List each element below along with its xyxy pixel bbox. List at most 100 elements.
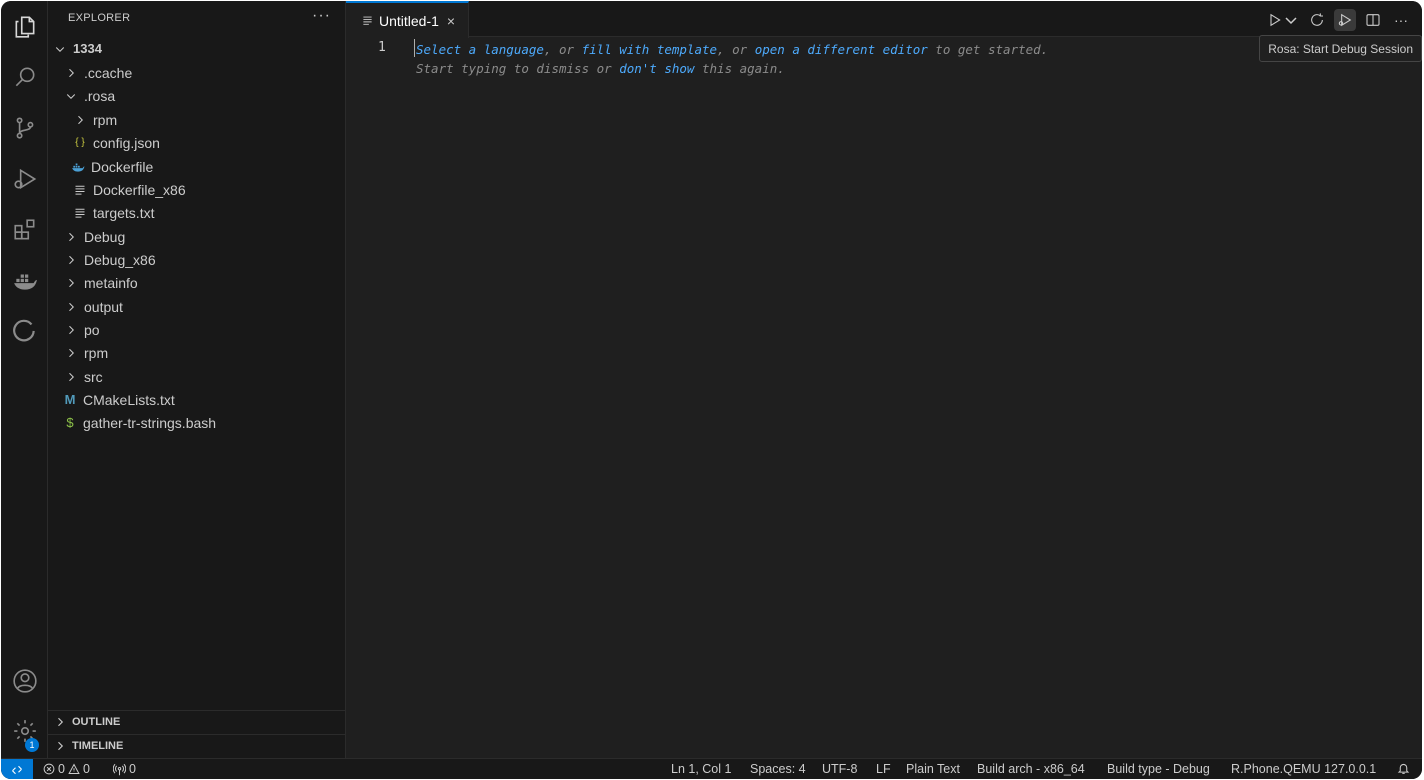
tree-item-src[interactable]: src [48,365,346,388]
tree-item-config-json[interactable]: { } config.json [48,131,346,154]
warning-icon [68,763,80,774]
cursor-position[interactable]: Ln 1, Col 1 [671,762,731,776]
tooltip: Rosa: Start Debug Session [1259,35,1422,62]
remote-button[interactable] [1,759,33,779]
docker-icon[interactable] [1,257,48,305]
tree-item-dockerfile[interactable]: Dockerfile [48,155,346,178]
tree-item-ccache[interactable]: .ccache [48,61,346,84]
tree-item-label: Debug [84,228,126,245]
chevron-right-icon [64,370,78,384]
chevron-right-icon [64,346,78,360]
chevron-down-icon [64,89,78,103]
run-debug-icon[interactable] [1,155,48,203]
tree-item-dockerfile-x86[interactable]: Dockerfile_x86 [48,178,346,201]
editor-more-button[interactable]: ··· [1390,9,1412,31]
editor-tabs: Untitled-1 × ··· [346,1,1422,38]
extensions-icon[interactable] [1,206,48,254]
text-cursor [414,39,415,57]
chevron-right-icon [64,276,78,290]
tree-item-label: Dockerfile [91,158,154,175]
explorer-icon[interactable] [1,3,48,51]
bell-icon [1397,763,1410,774]
tree-item-rpm-nested[interactable]: rpm [48,108,346,131]
chevron-right-icon [64,66,78,80]
tree-item-output[interactable]: output [48,295,346,318]
open-different-editor-link[interactable]: open a different editor [755,42,928,57]
outline-section[interactable]: OUTLINE [48,710,346,733]
tree-item-po[interactable]: po [48,318,346,341]
fill-template-link[interactable]: fill with template [582,42,717,57]
build-arch-status[interactable]: Build arch - x86_64 [977,762,1085,776]
vscode-window: 1 EXPLORER ··· 1334 .ccache .rosa rpm {… [1,1,1422,779]
text-file-icon [73,184,87,196]
tree-item-gather-tr-strings[interactable]: $ gather-tr-strings.bash [48,411,346,434]
tree-item-debug[interactable]: Debug [48,225,346,248]
notifications-button[interactable] [1397,762,1410,775]
tree-item-label: .rosa [84,87,116,104]
chevron-right-icon [54,740,66,752]
timeline-label: TIMELINE [72,740,124,752]
chevron-right-icon [64,230,78,244]
tree-item-metainfo[interactable]: metainfo [48,271,346,294]
indentation-status[interactable]: Spaces: 4 [750,762,806,776]
source-control-icon[interactable] [1,104,48,152]
tab-untitled-1[interactable]: Untitled-1 × [346,1,469,38]
tree-item-label: output [84,298,123,315]
hint-text: , or [717,42,755,57]
ports-status[interactable]: 0 [113,762,136,776]
device-status[interactable]: R.Phone.QEMU 127.0.0.1 [1231,762,1376,776]
activity-bar: 1 [1,1,48,758]
bash-file-icon: $ [66,415,74,430]
error-count: 0 [58,762,65,776]
timeline-section[interactable]: TIMELINE [48,734,346,757]
line-number: 1 [378,40,386,55]
tree-item-label: metainfo [84,274,138,291]
tree-item-label: rpm [93,111,118,128]
cmake-file-icon: M [64,392,76,407]
problems-status[interactable]: 0 0 [43,762,90,776]
tree-item-debug-x86[interactable]: Debug_x86 [48,248,346,271]
chevron-down-icon [53,42,67,56]
run-dropdown-button[interactable] [1266,9,1300,31]
refresh-debug-button[interactable] [1306,9,1328,31]
dont-show-link[interactable]: don't show [619,61,694,76]
editor-actions: ··· [1266,9,1412,31]
tree-item-cmakelists[interactable]: M CMakeLists.txt [48,388,346,411]
tree-item-rosa[interactable]: .rosa [48,84,346,107]
text-file-icon [362,15,373,26]
rosa-icon[interactable] [1,308,48,356]
editor-hint[interactable]: Select a language, or fill with template… [416,40,1048,78]
tab-label: Untitled-1 [379,12,439,29]
eol-status[interactable]: LF [876,762,891,776]
tab-close-button[interactable]: × [447,13,455,29]
explorer-more-button[interactable]: ··· [312,7,331,25]
language-mode[interactable]: Plain Text [906,762,960,776]
explorer-title: EXPLORER [68,12,131,24]
tree-root[interactable]: 1334 [48,37,346,60]
settings-gear-icon[interactable]: 1 [1,707,48,755]
tree-item-rpm[interactable]: rpm [48,341,346,364]
rosa-start-debug-button[interactable] [1334,9,1356,31]
line-gutter: 1 [346,38,406,68]
tree-item-targets-txt[interactable]: targets.txt [48,201,346,224]
hint-text: to get started. [927,42,1049,57]
account-icon[interactable] [1,657,48,705]
tree-item-label: po [84,321,100,338]
tree-item-label: Debug_x86 [84,251,156,268]
ports-count: 0 [129,762,136,776]
run-debug-icon [1270,13,1281,27]
chevron-down-icon [1285,17,1297,25]
split-editor-button[interactable] [1362,9,1384,31]
hint-text: this again. [694,61,785,76]
encoding-status[interactable]: UTF-8 [822,762,857,776]
select-language-link[interactable]: Select a language [416,42,544,57]
explorer-sidebar: EXPLORER ··· 1334 .ccache .rosa rpm { } … [48,1,346,758]
split-editor-icon [1366,14,1380,26]
docker-file-icon [71,159,85,175]
search-icon[interactable] [1,53,48,101]
hint-text: , or [543,42,582,57]
tree-item-label: Dockerfile_x86 [93,181,186,198]
chevron-right-icon [73,113,87,127]
build-type-status[interactable]: Build type - Debug [1107,762,1210,776]
warning-count: 0 [82,762,90,776]
